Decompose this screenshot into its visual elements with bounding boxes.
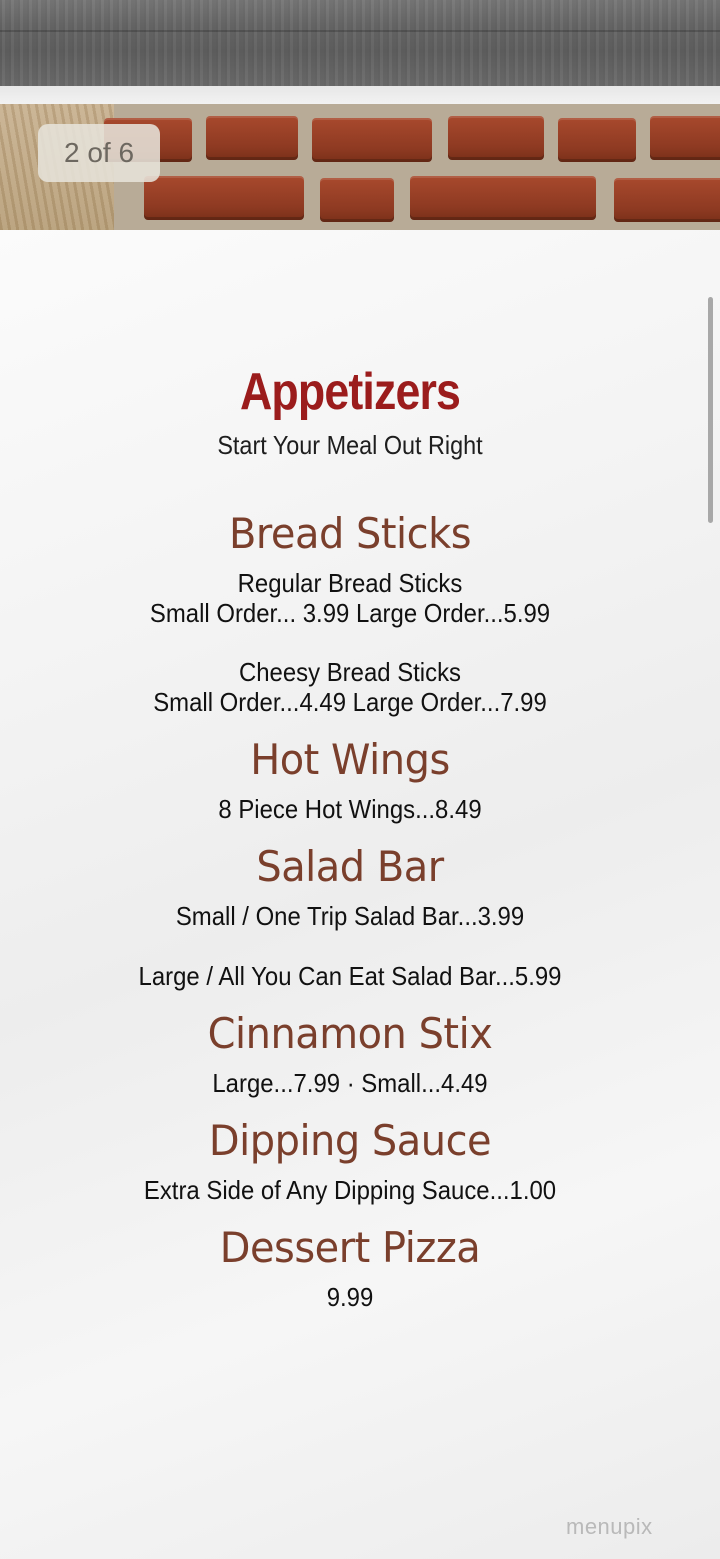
menu-line: Cheesy Bread Sticks [238, 657, 462, 687]
section-bread-sticks: Bread Sticks [228, 509, 472, 558]
menu-line: 8 Piece Hot Wings...8.49 [218, 794, 482, 824]
section-cinnamon-stix: Cinnamon Stix [207, 1009, 493, 1058]
brick-wall [104, 104, 720, 230]
menu-subtitle: Start Your Meal Out Right [217, 430, 483, 460]
menu-line: Regular Bread Sticks [237, 568, 463, 598]
menu-line: Small / One Trip Salad Bar...3.99 [175, 901, 525, 931]
scrollbar[interactable] [708, 297, 713, 523]
section-hot-wings: Hot Wings [250, 735, 450, 784]
section-dessert-pizza: Dessert Pizza [219, 1223, 481, 1272]
menu-line: Small Order... 3.99 Large Order...5.99 [149, 598, 551, 628]
menu-line: 9.99 [326, 1282, 374, 1312]
menu-line: Large...7.99 · Small...4.49 [212, 1068, 488, 1098]
page-indicator: 2 of 6 [38, 124, 160, 182]
menu-line: Extra Side of Any Dipping Sauce...1.00 [143, 1175, 557, 1205]
header-divider [0, 86, 720, 104]
menu-line: Small Order...4.49 Large Order...7.99 [153, 687, 547, 717]
watermark-logo: menupix [566, 1514, 653, 1539]
menu-line: Large / All You Can Eat Salad Bar...5.99 [138, 961, 562, 991]
header-wood-banner [0, 0, 720, 86]
section-dipping-sauce: Dipping Sauce [208, 1116, 492, 1165]
menu-title: Appetizers [239, 363, 461, 421]
section-salad-bar: Salad Bar [256, 842, 444, 891]
